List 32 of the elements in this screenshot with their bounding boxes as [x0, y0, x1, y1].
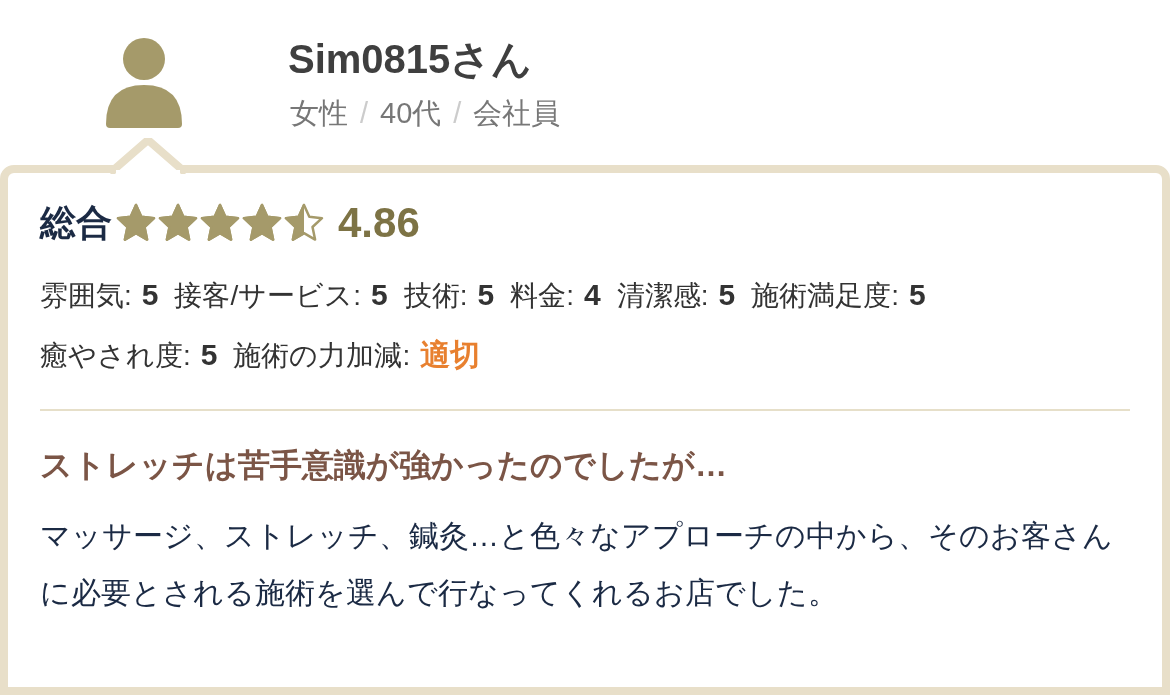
- rating-label: 清潔感:: [616, 279, 709, 313]
- rating-label: 技術:: [403, 279, 468, 313]
- star-icon: [116, 203, 156, 243]
- rating-value: 4: [583, 277, 601, 313]
- reviewer-detail: 40代: [380, 96, 442, 130]
- user-icon: [104, 38, 184, 128]
- reviewer-name: Sim0815さん: [288, 36, 534, 82]
- review-title: ストレッチは苦手意識が強かったのでしたが…: [40, 446, 728, 485]
- star-icon: [284, 203, 324, 243]
- review-body: マッサージ、ストレッチ、鍼灸…と色々なアプローチの中から、そのお客さんに必要とされる施術を選んで行なってくれるお店でした。: [40, 518, 1114, 611]
- rating-label: 接客/サービス:: [174, 279, 362, 313]
- overall-score: 4.86: [338, 201, 420, 245]
- star-icon: [200, 203, 240, 243]
- star-icon: [158, 203, 198, 243]
- rating-label: 施術満足度:: [751, 279, 899, 313]
- rating-value: 5: [200, 337, 218, 373]
- rating-choice: 適切: [420, 337, 481, 373]
- rating-value: 5: [141, 277, 159, 313]
- separator: /: [360, 96, 369, 130]
- rating-value: 5: [477, 277, 495, 313]
- reviewer-detail: 女性: [290, 96, 348, 130]
- rating-value: 5: [718, 277, 736, 313]
- rating-label: 料金:: [510, 279, 574, 313]
- rating-value: 5: [908, 277, 926, 313]
- rating-label: 雰囲気:: [40, 279, 132, 313]
- reviewer-detail: 会社員: [473, 96, 561, 130]
- overall-label: 総合: [40, 201, 112, 245]
- rating-label: 癒やされ度:: [40, 339, 191, 373]
- separator: /: [453, 96, 462, 130]
- rating-label: 施術の力加減:: [233, 339, 411, 373]
- rating-value: 5: [371, 277, 388, 313]
- star-icon: [242, 203, 282, 243]
